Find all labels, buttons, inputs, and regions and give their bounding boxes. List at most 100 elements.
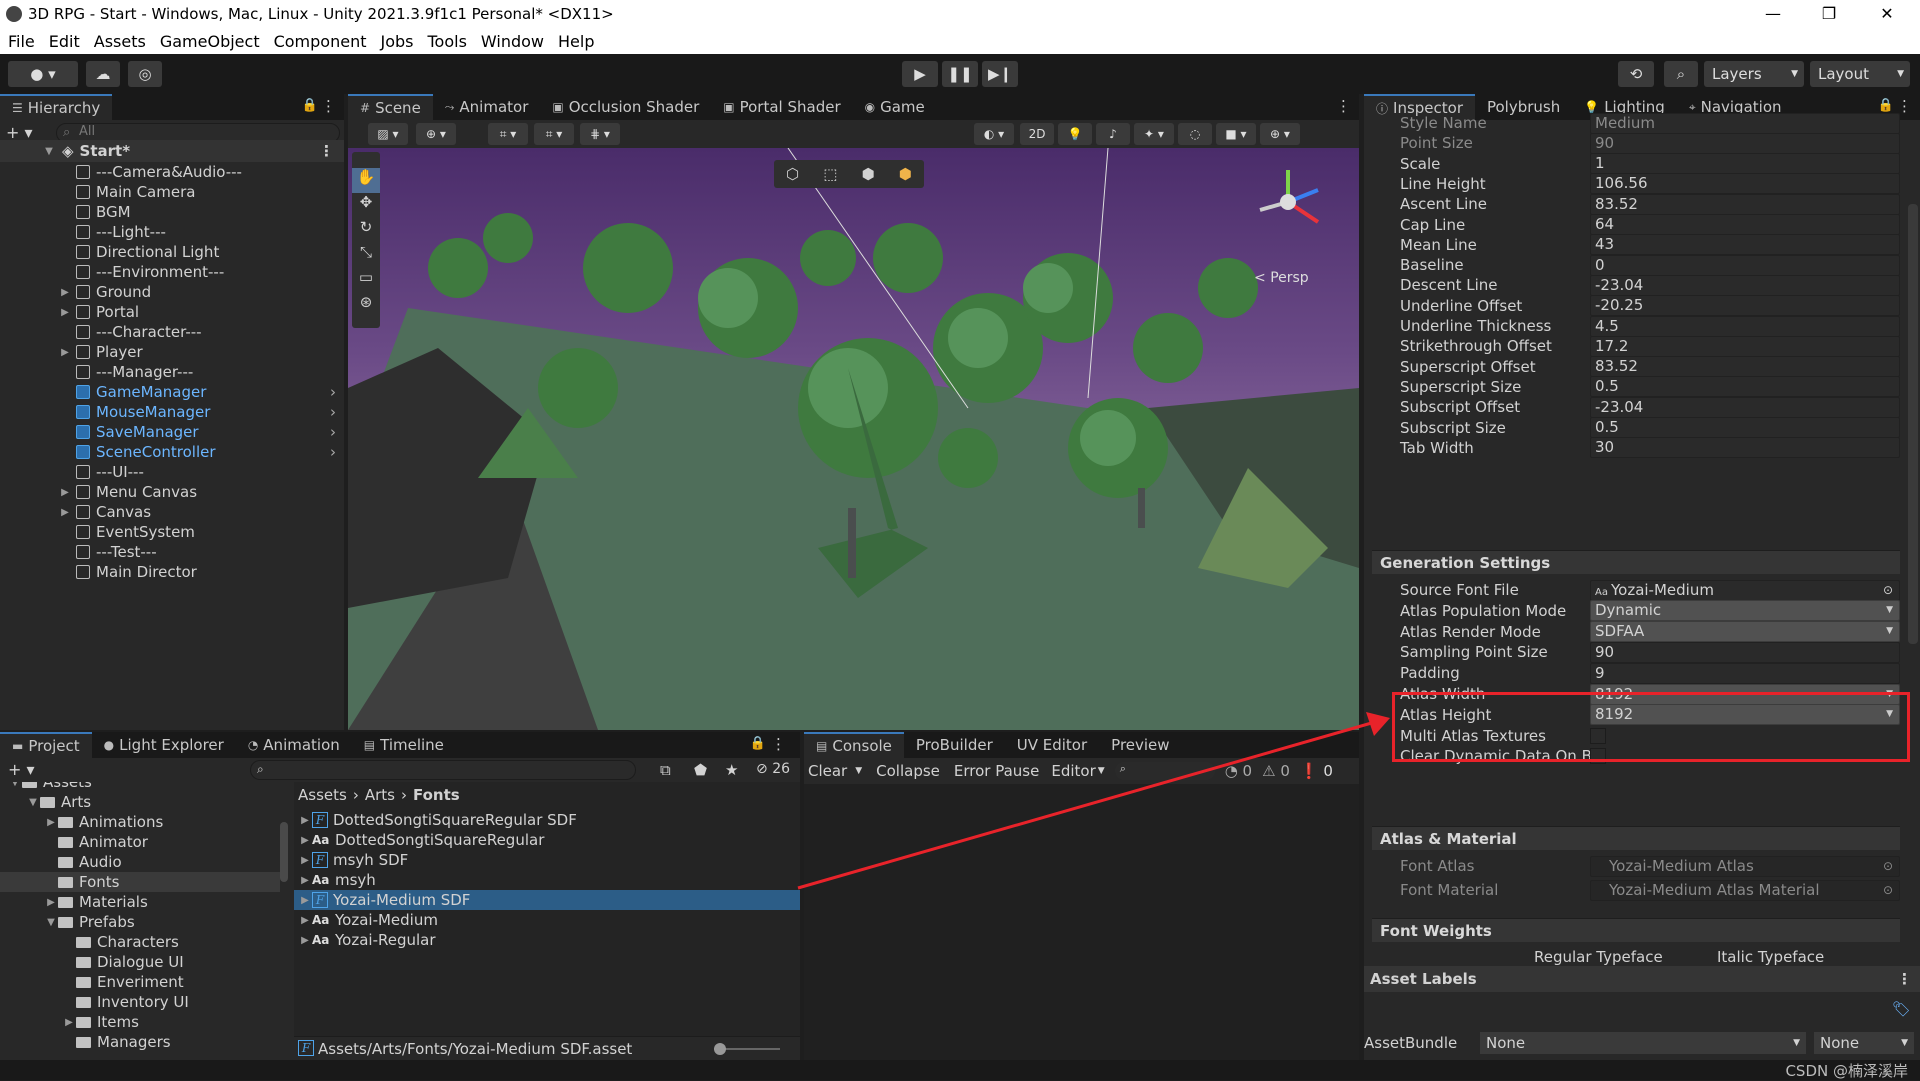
close-icon[interactable]: ✕ — [1859, 0, 1915, 28]
face-mode-icon[interactable]: ⬢ — [899, 165, 912, 183]
folder-tree-item[interactable]: Inventory UI — [0, 992, 280, 1012]
effects-dropdown[interactable]: ✦ ▾ — [1134, 123, 1174, 145]
menu-assets[interactable]: Assets — [94, 32, 146, 51]
field-input[interactable]: 30 — [1590, 437, 1900, 459]
hierarchy-item[interactable]: ▶ Menu Canvas — [0, 482, 344, 502]
field-input[interactable]: 90 — [1590, 641, 1900, 663]
kebab-menu-icon[interactable]: ⋮ — [771, 735, 786, 753]
hierarchy-item[interactable]: ▶ Canvas — [0, 502, 344, 522]
tab-light-explorer[interactable]: ● Light Explorer — [92, 732, 236, 758]
foldout-open-icon[interactable]: ▼ — [44, 917, 58, 928]
assetbundle-variant-dropdown[interactable]: None ▼ — [1814, 1032, 1914, 1054]
hierarchy-item[interactable]: ▶ Ground — [0, 282, 344, 302]
foldout-closed-icon[interactable]: ▶ — [58, 287, 72, 298]
field-dropdown[interactable]: Dynamic — [1590, 600, 1900, 622]
file-item[interactable]: ▶ F DottedSongtiSquareRegular SDF — [294, 810, 800, 830]
hierarchy-item[interactable]: MouseManager › — [0, 402, 344, 422]
atlas-material-header[interactable]: Atlas & Material — [1372, 826, 1900, 850]
folder-tree-item[interactable]: ▼ Arts — [0, 792, 280, 812]
folder-tree-item[interactable]: Enveriment — [0, 972, 280, 992]
hierarchy-item[interactable]: ---Test--- — [0, 542, 344, 562]
foldout-open-icon[interactable]: ▼ — [42, 146, 56, 157]
hierarchy-item[interactable]: GameManager › — [0, 382, 344, 402]
foldout-closed-icon[interactable]: ▶ — [298, 875, 312, 886]
foldout-closed-icon[interactable]: ▶ — [298, 915, 312, 926]
lighting-toggle-icon[interactable]: 💡 — [1058, 123, 1092, 145]
tab-hierarchy[interactable]: ☰ Hierarchy — [0, 94, 113, 120]
favorite-star-icon[interactable]: ★ — [725, 761, 738, 779]
hierarchy-item[interactable]: ---Environment--- — [0, 262, 344, 282]
tab-occlusion-shader[interactable]: ▣ Occlusion Shader — [540, 94, 711, 120]
generation-settings-header[interactable]: Generation Settings — [1372, 550, 1900, 574]
tab-timeline[interactable]: ▤ Timeline — [352, 732, 456, 758]
kebab-menu-icon[interactable]: ⋮ — [1897, 966, 1912, 992]
tab-portal-shader[interactable]: ▣ Portal Shader — [711, 94, 852, 120]
foldout-closed-icon[interactable]: ▶ — [58, 487, 72, 498]
foldout-open-icon[interactable]: ▼ — [8, 782, 22, 788]
toggle-2d-button[interactable]: 2D — [1020, 123, 1054, 145]
hierarchy-item[interactable]: Main Director — [0, 562, 344, 582]
minimize-icon[interactable]: — — [1745, 0, 1801, 28]
hidden-packages-toggle[interactable]: ⊘ 26 — [756, 761, 790, 777]
hierarchy-item[interactable]: ---Camera&Audio--- — [0, 162, 344, 182]
menu-gameobject[interactable]: GameObject — [160, 32, 260, 51]
field-input[interactable]: Aa Yozai-Medium ⊙ — [1590, 579, 1900, 601]
transform-tool-icon[interactable]: ⊛ — [352, 293, 380, 318]
folder-tree-item[interactable]: Animator — [0, 832, 280, 852]
file-item[interactable]: ▶ Aa msyh — [294, 870, 800, 890]
hidden-objects-icon[interactable]: ◌ — [1178, 123, 1212, 145]
breadcrumb-fonts[interactable]: Fonts — [413, 786, 460, 804]
foldout-closed-icon[interactable]: ▶ — [298, 835, 312, 846]
foldout-closed-icon[interactable]: ▶ — [298, 935, 312, 946]
rect-tool-icon[interactable]: ▭ — [352, 268, 380, 293]
hierarchy-item[interactable]: ▶ Portal — [0, 302, 344, 322]
filter-type-icon[interactable]: ⧉ — [660, 761, 671, 779]
scene-root-row[interactable]: ▼ ◈ Start* ⋮ — [0, 140, 344, 162]
perspective-label[interactable]: < Persp — [1254, 270, 1309, 286]
foldout-closed-icon[interactable]: ▶ — [44, 897, 58, 908]
collab-icon[interactable]: ◎ — [128, 61, 162, 87]
increment-snap-dropdown[interactable]: ⋕ ▾ — [580, 123, 620, 145]
foldout-closed-icon[interactable]: ▶ — [298, 815, 312, 826]
cloud-icon[interactable]: ☁ — [86, 61, 120, 87]
gizmos-dropdown[interactable]: ⊕ ▾ — [1260, 123, 1300, 145]
edge-mode-icon[interactable]: ⬢ — [862, 165, 875, 183]
project-search-input[interactable]: ⌕ — [250, 760, 636, 780]
tab-animator[interactable]: ⤳ Animator — [433, 94, 541, 120]
rotate-tool-icon[interactable]: ↻ — [352, 218, 380, 243]
menu-component[interactable]: Component — [274, 32, 367, 51]
kebab-menu-icon[interactable]: ⋮ — [1336, 97, 1351, 115]
hierarchy-item[interactable]: ---Character--- — [0, 322, 344, 342]
scale-tool-icon[interactable]: ⤡ — [352, 243, 380, 268]
menu-file[interactable]: File — [8, 32, 35, 51]
hierarchy-item[interactable]: Directional Light — [0, 242, 344, 262]
grid-snap-dropdown[interactable]: ⌗ ▾ — [534, 123, 574, 145]
hierarchy-item[interactable]: BGM — [0, 202, 344, 222]
kebab-menu-icon[interactable]: ⋮ — [319, 142, 334, 160]
kebab-menu-icon[interactable]: ⋮ — [321, 97, 336, 115]
layers-dropdown[interactable]: Layers ▼ — [1704, 61, 1804, 87]
foldout-closed-icon[interactable]: ▶ — [58, 347, 72, 358]
shading-mode-dropdown[interactable]: ◐ ▾ — [974, 123, 1014, 145]
hierarchy-item[interactable]: SaveManager › — [0, 422, 344, 442]
assetbundle-dropdown[interactable]: None ▼ — [1480, 1032, 1806, 1054]
tab-project[interactable]: ▬ Project — [0, 732, 92, 758]
object-picker-icon[interactable]: ⊙ — [1883, 857, 1893, 876]
chevron-right-icon[interactable]: › — [330, 403, 336, 421]
restore-icon[interactable]: ❐ — [1801, 0, 1857, 28]
chevron-right-icon[interactable]: › — [330, 443, 336, 461]
tab-scene[interactable]: # Scene — [348, 94, 433, 120]
folder-tree-item[interactable]: ▼ Assets — [0, 782, 280, 792]
hierarchy-item[interactable]: ▶ Player — [0, 342, 344, 362]
hierarchy-item[interactable]: ---Light--- — [0, 222, 344, 242]
chevron-right-icon[interactable]: › — [330, 423, 336, 441]
history-icon[interactable]: ⟲ — [1618, 61, 1654, 87]
file-item[interactable]: ▶ Aa Yozai-Medium — [294, 910, 800, 930]
hierarchy-item[interactable]: Main Camera — [0, 182, 344, 202]
foldout-closed-icon[interactable]: ▶ — [298, 895, 312, 906]
folder-tree-item[interactable]: ▶ Animations — [0, 812, 280, 832]
audio-toggle-icon[interactable]: ♪ — [1096, 123, 1130, 145]
object-picker-icon[interactable]: ⊙ — [1883, 881, 1893, 900]
move-tool-icon[interactable]: ✥ — [352, 193, 380, 218]
field-input[interactable]: 9 — [1590, 662, 1900, 684]
